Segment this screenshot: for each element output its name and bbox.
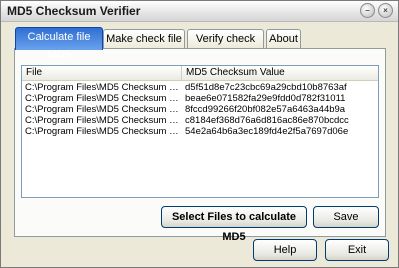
table-row[interactable]: C:\Program Files\MD5 Checksum Verifier..… [22,126,378,137]
tab-calculate-file-md5[interactable]: Calculate file MD5 [15,27,103,61]
title-bar: MD5 Checksum Verifier – × [1,1,398,22]
exit-button[interactable]: Exit [325,239,389,261]
file-cell: C:\Program Files\MD5 Checksum Verifier..… [25,104,182,115]
minimize-icon[interactable]: – [360,3,375,18]
md5-cell: 54e2a64b6a3ec189fd4e2f5a7697d06e [185,126,349,137]
results-list[interactable]: File MD5 Checksum Value C:\Program Files… [21,65,379,198]
table-row[interactable]: C:\Program Files\MD5 Checksum Verifier..… [22,104,378,115]
tab-about[interactable]: About [266,29,301,49]
tab-verify-check-file[interactable]: Verify check file [187,29,264,63]
app-window: MD5 Checksum Verifier – × Calculate file… [0,0,399,268]
file-cell: C:\Program Files\MD5 Checksum Verifier..… [25,93,182,104]
table-row[interactable]: C:\Program Files\MD5 Checksum Verifier..… [22,82,378,93]
md5-cell: d5f51d8e7c23cbc69a29cbd10b8763af [185,82,347,93]
table-row[interactable]: C:\Program Files\MD5 Checksum Verifier..… [22,115,378,126]
md5-cell: 8fccd99266f20bf082e57a6463a44b9a [185,104,346,115]
list-header: File MD5 Checksum Value [22,66,378,81]
select-files-button[interactable]: Select Files to calculate MD5 [161,206,307,243]
file-cell: C:\Program Files\MD5 Checksum Verifier..… [25,82,182,93]
tab-strip: Calculate file MD5 Make check file Verif… [15,27,395,63]
md5-cell: c8184ef368d76a6d816ac86e870bcdcc [185,115,349,126]
file-cell: C:\Program Files\MD5 Checksum Verifier..… [25,126,182,137]
column-header-md5[interactable]: MD5 Checksum Value [182,66,378,80]
tab-make-check-file[interactable]: Make check file [103,29,185,49]
save-button[interactable]: Save [313,206,379,228]
help-button[interactable]: Help [253,239,317,261]
column-header-file[interactable]: File [22,66,182,80]
table-row[interactable]: C:\Program Files\MD5 Checksum Verifier..… [22,93,378,104]
window-title: MD5 Checksum Verifier [7,4,141,18]
file-cell: C:\Program Files\MD5 Checksum Verifier..… [25,115,182,126]
close-icon[interactable]: × [378,3,393,18]
md5-cell: beae6e071582fa29e9fdd0d782f31011 [185,93,346,104]
